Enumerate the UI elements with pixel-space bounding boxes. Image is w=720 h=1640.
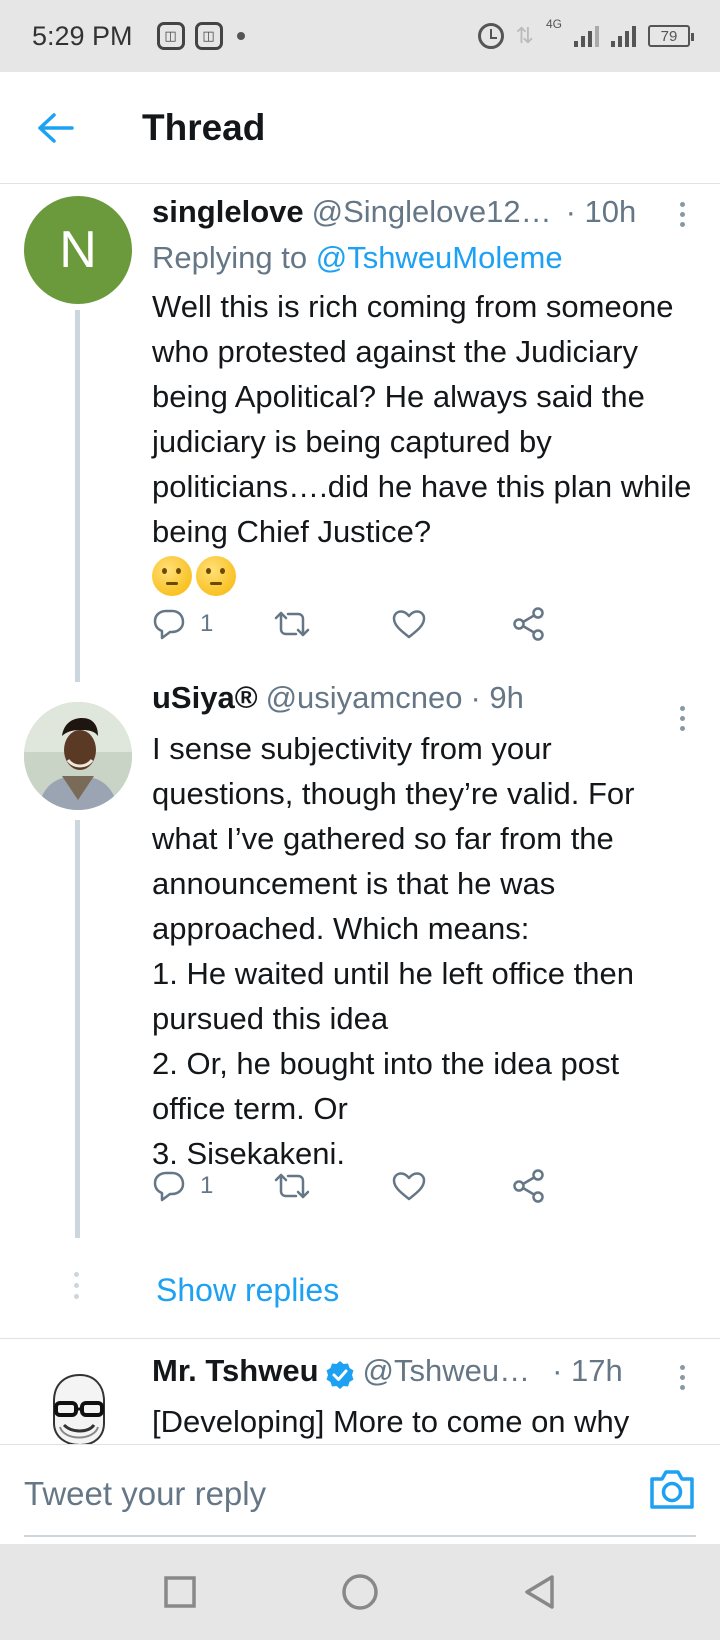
tweet-body: Mr. Tshweu @Tshweu… · 17h [Developing] M… [152,1353,696,1444]
back-button[interactable] [20,92,92,164]
status-app-icons: ◫ ◫ [156,22,223,50]
tweet-author-name[interactable]: Mr. Tshweu [152,1353,319,1389]
share-button[interactable] [512,1169,632,1203]
tweet-actions: 1 [152,602,632,646]
tweet[interactable]: Mr. Tshweu @Tshweu… · 17h [Developing] M… [0,1339,720,1444]
verified-badge-icon [326,1361,354,1389]
tweet-time: · 17h [552,1353,623,1388]
page-title: Thread [142,106,266,148]
more-options-button[interactable] [678,1365,686,1390]
triangle-back-icon [525,1575,554,1609]
thinking-face-emoji-icon [196,556,236,596]
thread-continuation-dots [74,1272,80,1299]
reply-count: 1 [200,610,214,637]
replying-to-label: Replying to [152,240,308,275]
tweet-author-name[interactable]: uSiya® [152,680,258,716]
tweet-header: singlelove @Singlelove12… · 10h [152,194,696,238]
reply-input[interactable] [24,1459,624,1529]
app-icon: ◫ [156,22,185,50]
tweet-body: uSiya® @usiyamcneo · 9h I sense subjecti… [152,680,696,1176]
recents-button[interactable] [156,1568,204,1616]
tweet-author-handle[interactable]: @usiyamcneo [266,680,463,716]
reply-input-underline [24,1535,696,1537]
tweet-text: [Developing] More to come on why [152,1404,630,1439]
share-icon [513,1169,544,1203]
tweet-actions: 1 [152,1164,632,1208]
home-button[interactable] [336,1568,384,1616]
avatar[interactable] [24,702,132,810]
tweet-header: uSiya® @usiyamcneo · 9h [152,680,696,724]
alarm-icon [477,23,504,49]
thinking-face-emoji-icon [152,556,192,596]
tweet-author-handle[interactable]: @Tshweu… [363,1353,531,1389]
more-options-button[interactable] [678,706,686,731]
share-button[interactable] [512,607,632,641]
like-button[interactable] [392,609,512,639]
signal-icon [574,25,599,47]
thread-header: Thread [0,72,720,184]
system-back-button[interactable] [516,1568,564,1616]
avatar[interactable]: N [24,196,132,304]
retweet-icon [274,1173,310,1199]
tweet[interactable]: uSiya® @usiyamcneo · 9h I sense subjecti… [0,680,720,1264]
tweet-text: I sense subjectivity from your questions… [152,731,635,1171]
signal-icon [611,25,636,47]
heart-icon [392,610,426,639]
app-icon: ◫ [194,22,223,50]
tweet-body: singlelove @Singlelove12… · 10h Replying… [152,194,696,596]
battery-icon: 79 [648,25,694,47]
camera-icon [650,1470,694,1509]
thread-connector-line [75,310,80,682]
tweet-emoji-row [152,556,696,596]
replying-to: Replying to @TshweuMoleme [152,240,696,276]
data-arrows-icon: ⇅ [515,23,534,48]
camera-button[interactable] [648,1467,696,1515]
retweet-button[interactable] [272,1171,392,1201]
reply-icon [153,1171,185,1202]
square-icon [164,1576,196,1608]
status-time: 5:29 PM [32,20,133,51]
like-button[interactable] [392,1171,512,1201]
tweet-text: Well this is rich coming from someone wh… [152,289,692,549]
replying-to-handle[interactable]: @TshweuMoleme [316,240,563,275]
circle-icon [342,1574,378,1610]
reply-count: 1 [200,1172,214,1199]
user-photo-icon [24,1361,132,1444]
tweet[interactable]: N singlelove @Singlelove12… · 10h Replyi… [0,184,720,684]
retweet-icon [274,611,310,637]
show-replies-link[interactable]: Show replies [156,1272,339,1309]
reply-composer [0,1444,720,1544]
network-label: 4G [545,17,562,31]
system-nav-bar [0,1544,720,1640]
retweet-button[interactable] [272,609,392,639]
notification-dot [236,32,245,40]
tweet-time: · 9h [470,680,524,715]
tweet-time: · 10h [565,194,637,229]
user-photo-icon [24,702,132,810]
status-right-icons: ⇅ 4G 79 [477,0,694,72]
share-icon [513,607,544,641]
reply-icon [153,609,185,640]
arrow-left-icon [38,112,74,143]
reply-button[interactable]: 1 [152,1170,272,1202]
status-bar: 5:29 PM ◫ ◫ ⇅ 4G 79 [0,0,720,72]
heart-icon [392,1172,426,1201]
reply-button[interactable]: 1 [152,608,272,640]
thread-connector-line [75,820,80,1238]
tweet-author-name[interactable]: singlelove [152,194,304,230]
avatar[interactable] [24,1361,132,1444]
more-options-button[interactable] [678,202,686,227]
tweet-header: Mr. Tshweu @Tshweu… · 17h [152,1353,696,1397]
tweet-author-handle[interactable]: @Singlelove12… [312,194,552,230]
